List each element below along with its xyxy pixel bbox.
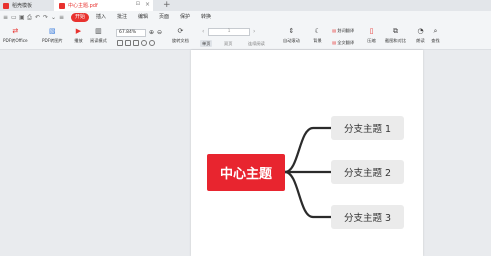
next-page-icon[interactable]: › bbox=[253, 28, 255, 36]
pdf-to-office-button[interactable]: ⇄ PDF转Office bbox=[3, 24, 28, 44]
pdf-to-office-icon: ⇄ bbox=[12, 27, 19, 35]
image-icon: ▧ bbox=[49, 27, 56, 35]
rotate-right-icon[interactable] bbox=[149, 40, 155, 46]
auto-scroll-button[interactable]: ⇕ 自动滚动 bbox=[283, 24, 300, 44]
branch-topic-node[interactable]: 分支主题 3 bbox=[331, 205, 404, 229]
tab-current-document[interactable]: 中心主题.pdf ⊡ × bbox=[54, 0, 153, 11]
play-button[interactable]: ▶ 播放 bbox=[74, 24, 83, 44]
save-icon[interactable]: ▣ bbox=[19, 14, 25, 21]
tab-label: 稻壳模板 bbox=[12, 3, 33, 9]
continuous-view[interactable]: 连续阅读 bbox=[248, 40, 265, 47]
branch-topic-node[interactable]: 分支主题 1 bbox=[331, 116, 404, 140]
actual-size-icon[interactable] bbox=[133, 40, 139, 46]
book-icon: ▥ bbox=[95, 27, 102, 35]
customize-icon[interactable]: ⌄ bbox=[51, 14, 56, 21]
connector-line-1 bbox=[284, 126, 331, 174]
menu-insert[interactable]: 插入 bbox=[96, 14, 106, 21]
pdf-to-image-button[interactable]: ▧ PDF转图片 bbox=[42, 24, 63, 44]
new-tab-icon[interactable]: + bbox=[163, 0, 171, 10]
close-tab-icon[interactable]: × bbox=[145, 1, 150, 8]
undo-icon[interactable]: ↶ bbox=[35, 14, 40, 21]
play-icon: ▶ bbox=[75, 27, 82, 35]
screenshot-icon: ⧉ bbox=[392, 27, 398, 35]
rotate-left-icon[interactable] bbox=[141, 40, 147, 46]
background-button[interactable]: ☾ 背景 bbox=[313, 24, 322, 44]
auto-scroll-icon: ⇕ bbox=[288, 27, 295, 35]
menu-page[interactable]: 页面 bbox=[159, 14, 169, 21]
fit-width-icon[interactable] bbox=[117, 40, 123, 46]
find-button[interactable]: ⌕ 查找 bbox=[431, 24, 440, 44]
tab-label: 中心主题.pdf bbox=[68, 3, 98, 9]
compress-button[interactable]: ▯ 压缩 bbox=[367, 24, 376, 44]
menu-bar: ≡ ▭ ▣ ⎙ ↶ ↷ ⌄ ≡ 开始 插入 批注 编辑 页面 保护 转换 bbox=[0, 11, 491, 24]
connector-line-3 bbox=[284, 170, 331, 219]
fit-page-icon[interactable] bbox=[125, 40, 131, 46]
moon-icon: ☾ bbox=[314, 27, 321, 35]
print-icon[interactable]: ⎙ bbox=[27, 14, 32, 21]
read-mode-button[interactable]: ▥ 阅读模式 bbox=[90, 24, 107, 44]
branch-topic-node[interactable]: 分支主题 2 bbox=[331, 160, 404, 184]
pdf-file-icon bbox=[59, 2, 65, 9]
wps-logo-icon bbox=[3, 2, 9, 9]
zoom-input[interactable]: 67.84% bbox=[116, 29, 146, 37]
page-number-input[interactable]: 1 bbox=[208, 28, 250, 36]
pdf-page: 中心主题 分支主题 1 分支主题 2 分支主题 3 bbox=[191, 50, 423, 256]
pin-icon[interactable]: ⊡ bbox=[136, 1, 140, 7]
double-page-view[interactable]: 双页 bbox=[224, 40, 232, 47]
central-topic-node[interactable]: 中心主题 bbox=[207, 154, 285, 191]
more-icon[interactable]: ≡ bbox=[59, 14, 64, 21]
open-folder-icon[interactable]: ▭ bbox=[11, 14, 17, 21]
translate-selection-button[interactable]: ▤ 划词翻译 bbox=[332, 27, 354, 34]
menu-icon[interactable]: ≡ bbox=[3, 14, 8, 21]
compress-icon: ▯ bbox=[369, 27, 374, 35]
search-icon: ⌕ bbox=[433, 27, 438, 35]
menu-comment[interactable]: 批注 bbox=[117, 14, 127, 21]
read-aloud-button[interactable]: ◔ 朗读 bbox=[416, 24, 425, 44]
rotate-document-button[interactable]: ⟳ 旋转文档 bbox=[172, 24, 189, 44]
screenshot-compare-button[interactable]: ⧉ 截图和对比 bbox=[385, 24, 406, 44]
single-page-view[interactable]: 单页 bbox=[200, 40, 213, 47]
previous-page-icon[interactable]: ‹ bbox=[202, 28, 204, 36]
menu-start[interactable]: 开始 bbox=[71, 13, 90, 22]
menu-edit[interactable]: 编辑 bbox=[138, 14, 148, 21]
tab-docer-templates[interactable]: 稻壳模板 bbox=[0, 0, 53, 11]
menu-protect[interactable]: 保护 bbox=[180, 14, 190, 21]
redo-icon[interactable]: ↷ bbox=[43, 14, 48, 21]
translate-full-button[interactable]: ▤ 全文翻译 bbox=[332, 39, 354, 46]
tab-bar: 稻壳模板 中心主题.pdf ⊡ × + bbox=[0, 0, 491, 11]
menu-convert[interactable]: 转换 bbox=[201, 14, 211, 21]
microphone-icon: ◔ bbox=[417, 27, 424, 35]
zoom-out-icon[interactable]: ⊖ bbox=[157, 29, 162, 37]
rotate-icon: ⟳ bbox=[177, 27, 184, 35]
document-canvas[interactable]: 中心主题 分支主题 1 分支主题 2 分支主题 3 bbox=[0, 50, 491, 256]
ribbon-toolbar: ⇄ PDF转Office ▧ PDF转图片 ▶ 播放 ▥ 阅读模式 67.84%… bbox=[0, 24, 491, 50]
zoom-in-icon[interactable]: ⊕ bbox=[149, 29, 154, 37]
